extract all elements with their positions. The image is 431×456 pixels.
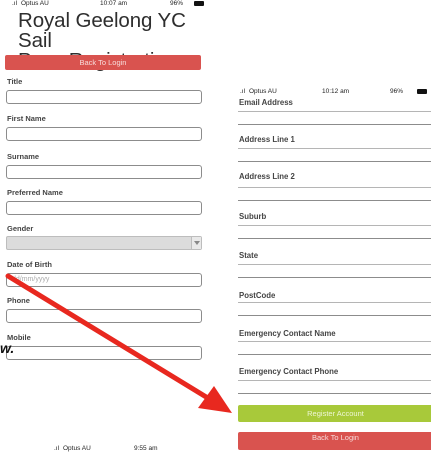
arrow-head — [198, 386, 232, 413]
arrow-shaft — [5, 273, 219, 406]
red-arrow-annotation — [5, 273, 232, 413]
